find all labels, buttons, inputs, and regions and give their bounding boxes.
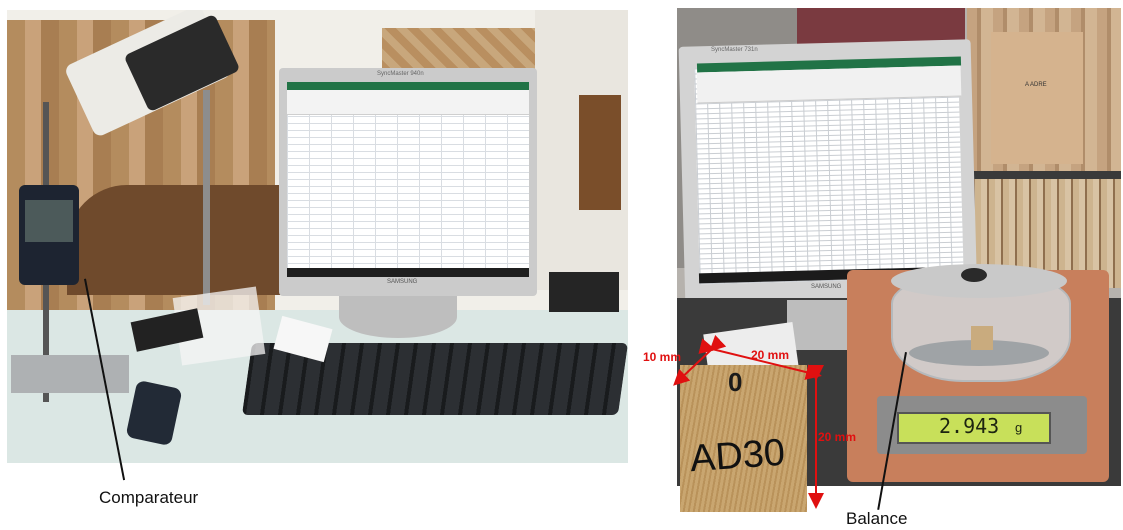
comparator-base (11, 355, 129, 393)
balance-reading: 2.943 (939, 414, 1000, 438)
monitor-brand-right: SAMSUNG (811, 284, 842, 290)
dim-height-label: 20 mm (818, 430, 857, 444)
left-photo: SAMSUNG SyncMaster 940n (7, 10, 628, 463)
monitor-screen-left (287, 88, 529, 276)
lamp-pole (203, 90, 210, 305)
taskbar-left (287, 268, 529, 277)
excel-ribbon-left (287, 88, 529, 115)
balance-unit: g (1015, 420, 1023, 435)
depth-arrow (673, 335, 727, 386)
monitor-brand-left: SAMSUNG (387, 279, 418, 285)
shelf-divider (967, 171, 1121, 179)
comparateur-label: Comparateur (99, 488, 199, 507)
monitor-model-right: SyncMaster 731n (711, 47, 758, 53)
sample-on-pan (971, 326, 993, 350)
balance-lid-handle (961, 268, 987, 282)
dim-width-label: 20 mm (751, 348, 790, 362)
balance-label: Balance (846, 509, 908, 528)
excel-titlebar-left (287, 82, 529, 90)
comparator-screen (25, 200, 73, 242)
shelf-box (991, 32, 1083, 164)
wood-panel-dark (579, 95, 621, 210)
shelf-box-label: A ADRE (1025, 82, 1047, 88)
monitor-model-left: SyncMaster 940n (377, 71, 424, 77)
dim-depth-label: 10 mm (643, 350, 682, 364)
usb-hub (549, 272, 619, 312)
monitor-stand-left (339, 296, 457, 338)
